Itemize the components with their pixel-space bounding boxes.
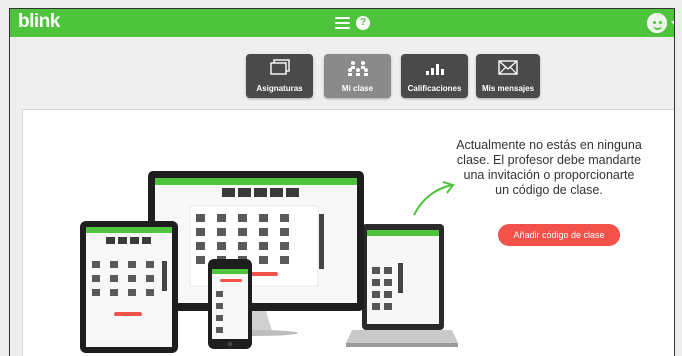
envelope-icon	[498, 60, 518, 75]
chevron-down-icon[interactable]	[671, 21, 674, 25]
no-class-message: Actualmente no estás en ninguna clase. E…	[456, 138, 642, 197]
add-class-code-button[interactable]: Añadir código de clase	[498, 224, 620, 246]
nav-mis-mensajes[interactable]: Mis mensajes	[476, 54, 540, 98]
arrow-icon	[413, 181, 455, 216]
devices-illustration	[80, 171, 458, 353]
nav-label-mis-mensajes: Mis mensajes	[481, 84, 535, 93]
smiley-avatar-icon[interactable]	[647, 13, 667, 33]
